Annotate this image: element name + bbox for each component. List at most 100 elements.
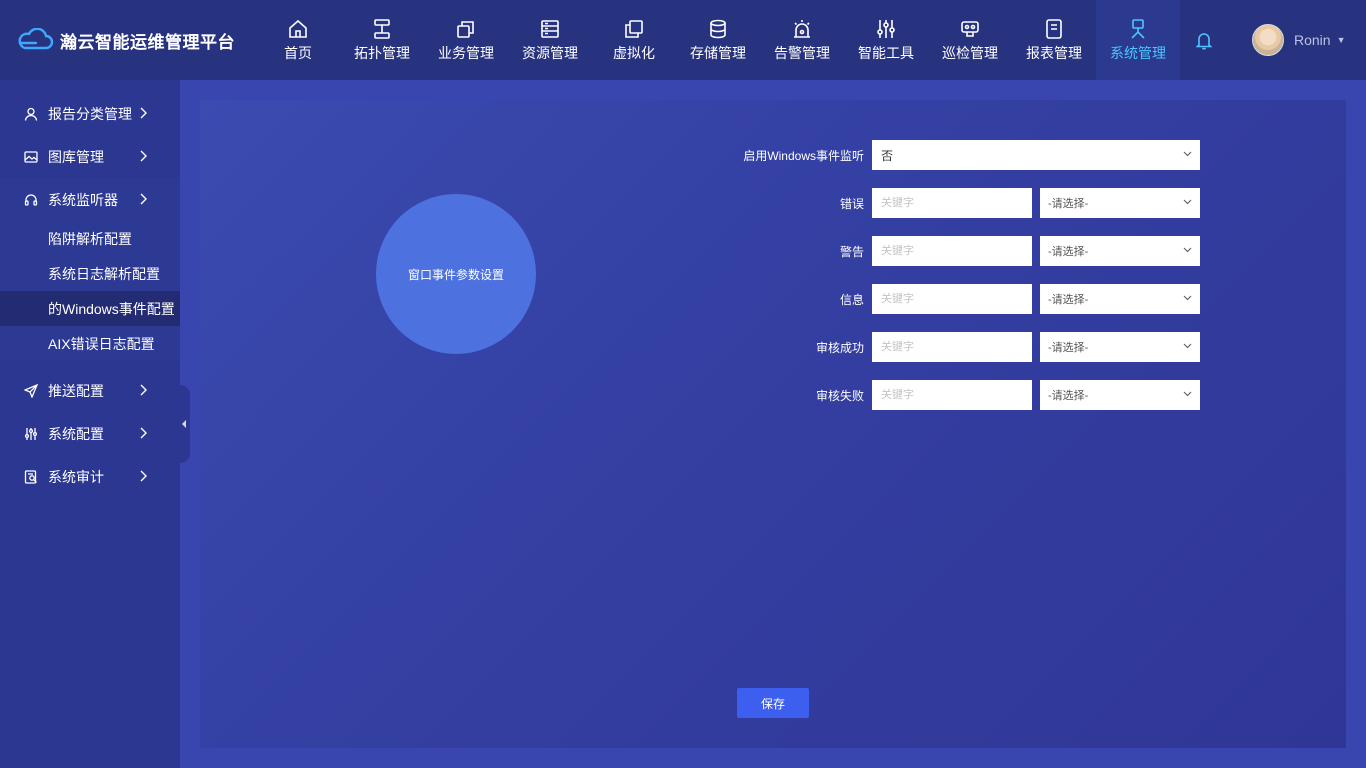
cloud-logo-icon [18, 28, 54, 50]
save-button[interactable]: 保存 [737, 688, 809, 718]
nav-topology[interactable]: 拓扑管理 [340, 0, 424, 80]
enable-row: 启用Windows事件监听 否 [720, 140, 1200, 170]
sliders-icon [877, 19, 895, 38]
error-keyword-input[interactable] [872, 188, 1032, 218]
nav-inspection[interactable]: 巡检管理 [928, 0, 1012, 80]
nav-label: 存储管理 [690, 44, 746, 61]
inspection-icon [961, 20, 979, 37]
user-icon [24, 107, 38, 121]
chevron-down-icon [1183, 391, 1192, 397]
sidebar-item-push-config[interactable]: 推送配置 [0, 369, 180, 412]
nav-storage[interactable]: 存储管理 [676, 0, 760, 80]
sidebar-item-gallery[interactable]: 图库管理 [0, 135, 180, 178]
business-icon [457, 20, 474, 38]
nav-virtualization[interactable]: 虚拟化 [592, 0, 676, 80]
nav-label: 告警管理 [774, 44, 830, 61]
error-label: 错误 [839, 196, 864, 211]
select-value: -请选择- [1048, 198, 1089, 210]
section-badge: 窗口事件参数设置 [376, 194, 536, 354]
nav-business[interactable]: 业务管理 [424, 0, 508, 80]
sidebar-item-label: 图库管理 [48, 148, 104, 165]
audit-success-keyword-input[interactable] [872, 332, 1032, 362]
info-level-select[interactable]: -请选择- [1040, 284, 1200, 314]
sidebar-item-system-config[interactable]: 系统配置 [0, 412, 180, 455]
nav-resource[interactable]: 资源管理 [508, 0, 592, 80]
sidebar-item-label: 系统监听器 [48, 191, 118, 208]
topology-icon [374, 18, 390, 39]
select-value: -请选择- [1048, 294, 1089, 306]
report-icon [1046, 18, 1062, 39]
warning-label: 警告 [839, 244, 864, 259]
error-row: 错误 -请选择- [720, 188, 1200, 218]
image-icon [24, 150, 38, 163]
audit-success-level-select[interactable]: -请选择- [1040, 332, 1200, 362]
warning-level-select[interactable]: -请选择- [1040, 236, 1200, 266]
sidebar-item-system-audit[interactable]: 系统审计 [0, 455, 180, 498]
headset-icon [24, 193, 38, 206]
logo[interactable]: 瀚云智能运维管理平台 [16, 28, 256, 53]
top-bar: 瀚云智能运维管理平台 首页 拓扑管理 业务管理 资源管理 虚拟化 存储管理 告警… [0, 0, 1366, 80]
nav-label: 拓扑管理 [354, 44, 410, 61]
chevron-right-icon [140, 384, 147, 396]
audit-failure-level-select[interactable]: -请选择- [1040, 380, 1200, 410]
sidebar-subitem-trap[interactable]: 陷阱解析配置 [0, 221, 180, 256]
warning-keyword-input[interactable] [872, 236, 1032, 266]
nav-label: 报表管理 [1026, 44, 1082, 61]
sidebar-item-report-category[interactable]: 报告分类管理 [0, 92, 180, 135]
nav-alarm[interactable]: 告警管理 [760, 0, 844, 80]
audit-icon [24, 469, 37, 484]
info-label: 信息 [839, 292, 864, 307]
virtualization-icon [625, 19, 643, 38]
sidebar-item-label: 报告分类管理 [48, 105, 132, 122]
nav-report[interactable]: 报表管理 [1012, 0, 1096, 80]
nav-label: 资源管理 [522, 44, 578, 61]
audit-failure-label: 审核失败 [815, 388, 864, 403]
chevron-down-icon [1183, 295, 1192, 301]
chevron-right-icon [140, 150, 147, 162]
enable-label: 启用Windows事件监听 [743, 148, 864, 163]
error-level-select[interactable]: -请选择- [1040, 188, 1200, 218]
nav-home[interactable]: 首页 [256, 0, 340, 80]
system-icon [1131, 18, 1145, 39]
avatar[interactable] [1252, 24, 1284, 56]
sidebar-item-label: 推送配置 [48, 382, 104, 399]
nav-label: 巡检管理 [942, 44, 998, 61]
chevron-down-icon [1183, 247, 1192, 253]
audit-success-label: 审核成功 [815, 340, 864, 355]
bell-icon[interactable] [1193, 29, 1215, 51]
info-keyword-input[interactable] [872, 284, 1032, 314]
user-menu[interactable]: Ronin ▼ [1252, 24, 1346, 56]
nav-label: 智能工具 [858, 44, 914, 61]
chevron-down-icon [1183, 199, 1192, 205]
nav-system[interactable]: 系统管理 [1096, 0, 1180, 80]
sidebar-subitem-windows-event[interactable]: 的Windows事件配置 [0, 291, 180, 326]
nav-label: 首页 [284, 44, 312, 61]
nav-label: 虚拟化 [613, 44, 655, 61]
home-icon [289, 19, 307, 38]
enable-select[interactable]: 否 [872, 140, 1200, 170]
sidebar-subitem-syslog[interactable]: 系统日志解析配置 [0, 256, 180, 291]
sliders-icon [24, 427, 38, 440]
sidebar-subitem-aix-log[interactable]: AIX错误日志配置 [0, 326, 180, 361]
nav-tools[interactable]: 智能工具 [844, 0, 928, 80]
database-icon [710, 19, 726, 38]
info-row: 信息 -请选择- [720, 284, 1200, 314]
sidebar-item-label: 系统审计 [48, 468, 104, 485]
audit-failure-row: 审核失败 -请选择- [720, 380, 1200, 410]
resource-icon [541, 19, 559, 38]
alarm-icon [794, 19, 810, 38]
sidebar: 报告分类管理 图库管理 系统监听器 陷阱解析配置 系统日志解析配置 的Windo… [0, 80, 180, 768]
main-nav: 首页 拓扑管理 业务管理 资源管理 虚拟化 存储管理 告警管理 智能工具 巡检管… [256, 0, 1180, 80]
sidebar-item-system-listener[interactable]: 系统监听器 [0, 178, 180, 221]
main-panel: 窗口事件参数设置 启用Windows事件监听 否 错误 -请选择- 警告 -请选… [200, 100, 1346, 748]
chevron-right-icon [140, 470, 147, 482]
sidebar-collapse-toggle[interactable] [180, 385, 190, 463]
audit-success-row: 审核成功 -请选择- [720, 332, 1200, 362]
nav-label: 系统管理 [1110, 44, 1166, 61]
chevron-right-icon [140, 107, 147, 119]
send-icon [24, 383, 38, 398]
audit-failure-keyword-input[interactable] [872, 380, 1032, 410]
warning-row: 警告 -请选择- [720, 236, 1200, 266]
sidebar-item-label: 系统配置 [48, 425, 104, 442]
user-name: Ronin [1294, 32, 1331, 48]
